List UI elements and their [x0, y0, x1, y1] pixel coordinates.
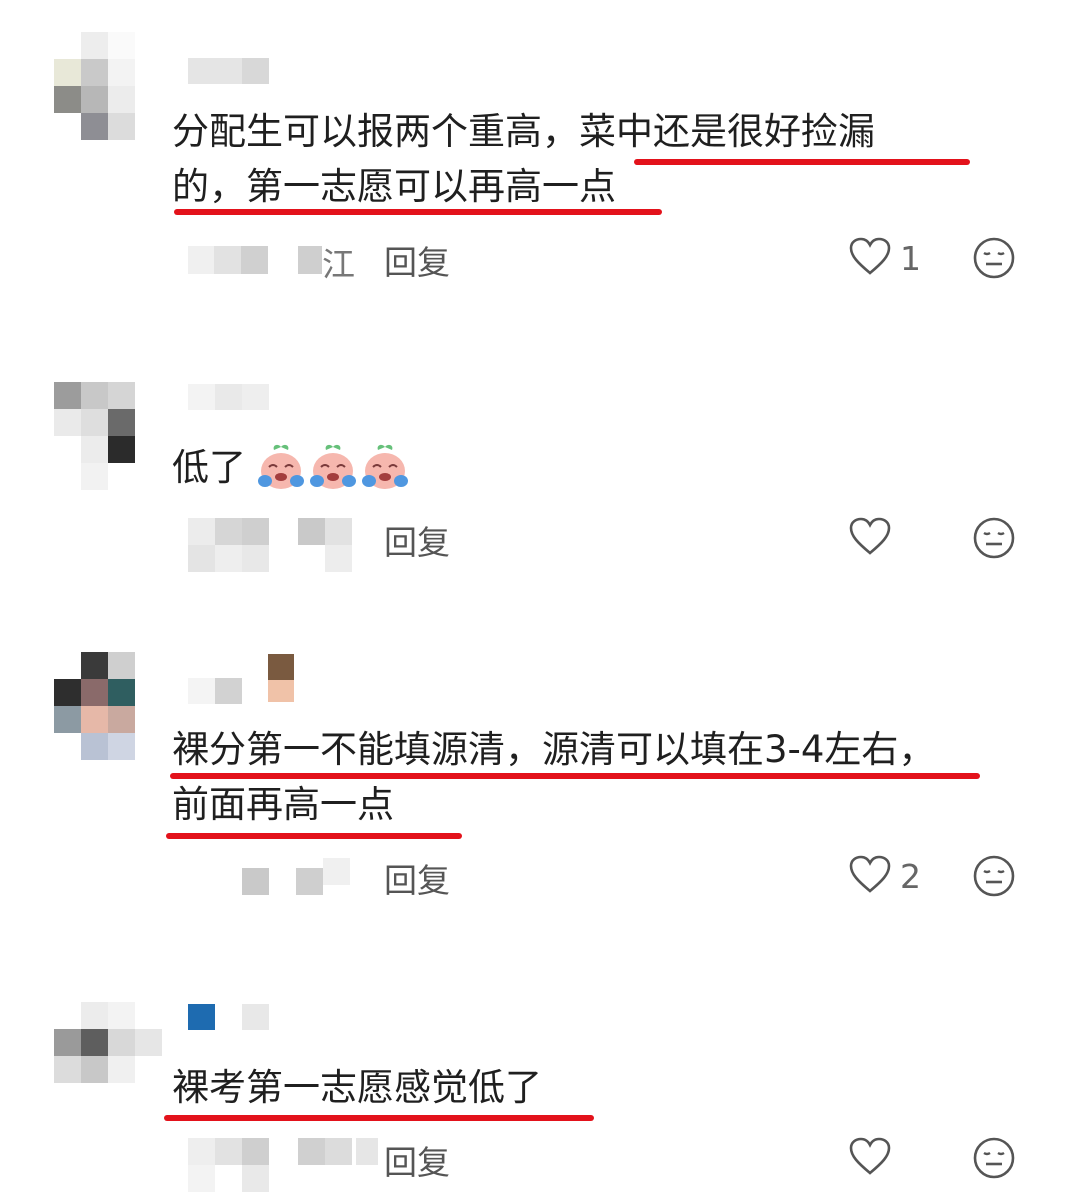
highlight-underline [166, 833, 462, 839]
reply-button[interactable]: 回复 [384, 516, 450, 564]
reply-button[interactable]: 回复 [384, 854, 450, 902]
neutral-face-icon [972, 855, 1016, 902]
dislike-button[interactable] [972, 236, 1016, 280]
like-count: 2 [900, 856, 921, 896]
avatar[interactable] [54, 32, 162, 140]
highlight-underline [164, 1115, 594, 1121]
heart-outline-icon [848, 1136, 892, 1180]
like-button[interactable] [848, 516, 900, 560]
like-button[interactable] [848, 1136, 900, 1180]
location-tag: 江 [322, 245, 355, 284]
avatar[interactable] [54, 652, 162, 760]
reply-button[interactable]: 回复 [384, 1136, 450, 1184]
crying-face-emoji [256, 443, 306, 493]
dislike-button[interactable] [972, 516, 1016, 560]
like-count: 1 [900, 238, 921, 278]
highlight-underline [170, 773, 980, 779]
heart-outline-icon [848, 516, 892, 560]
neutral-face-icon [972, 1137, 1016, 1184]
neutral-face-icon [972, 237, 1016, 284]
dislike-button[interactable] [972, 1136, 1016, 1180]
like-button[interactable]: 2 [848, 854, 921, 898]
neutral-face-icon [972, 517, 1016, 564]
avatar[interactable] [54, 382, 162, 490]
crying-face-emoji [308, 443, 358, 493]
highlight-underline [174, 209, 662, 215]
emoji-row [256, 443, 410, 493]
reply-button[interactable]: 回复 [384, 236, 450, 284]
dislike-button[interactable] [972, 854, 1016, 898]
avatar[interactable] [54, 1002, 162, 1110]
comment-text: 裸考第一志愿感觉低了 [172, 1066, 542, 1109]
heart-outline-icon [848, 236, 892, 280]
heart-outline-icon [848, 854, 892, 898]
like-button[interactable]: 1 [848, 236, 921, 280]
highlight-underline [634, 159, 970, 165]
comment-text: 低了 [172, 446, 246, 489]
crying-face-emoji [360, 443, 410, 493]
